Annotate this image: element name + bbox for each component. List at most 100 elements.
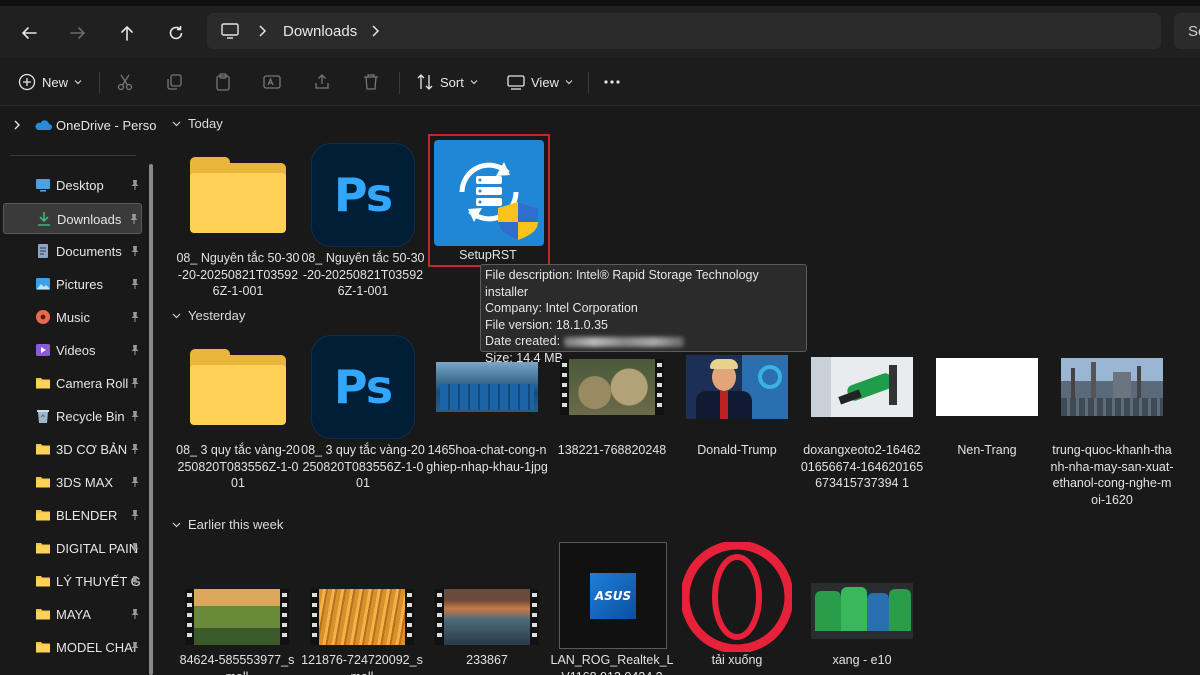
sidebar-item-maya[interactable]: MAYA [3, 599, 142, 630]
sidebar-item-3d-c-b-n[interactable]: 3D CƠ BẢN [3, 434, 142, 465]
back-button[interactable] [16, 20, 42, 46]
file-name: 08_ 3 quy tắc vàng-20250820T083556Z-1-00… [301, 443, 425, 490]
sidebar-item-music[interactable]: Music [3, 302, 142, 333]
pictures-icon [36, 278, 50, 290]
file-name: SetupRST [459, 248, 517, 262]
sidebar-item-camera-roll[interactable]: Camera Roll [3, 368, 142, 399]
pin-icon[interactable] [130, 311, 140, 323]
address-box[interactable]: Downloads [207, 13, 1161, 49]
toolbar-divider [99, 72, 100, 94]
title-strip [0, 0, 1200, 6]
up-button[interactable] [114, 20, 140, 46]
group-title: Today [188, 116, 223, 131]
pin-icon[interactable] [129, 213, 139, 225]
paste-button[interactable] [214, 70, 232, 94]
file-name: Donald-Trump [697, 443, 777, 457]
file-name: doxangxeoto2-1646201656674-1646201656734… [800, 443, 924, 490]
sidebar-divider [10, 155, 136, 156]
sidebar-item-label: MODEL CHAI [56, 640, 137, 655]
file-name: 84624-585553977_small [179, 653, 295, 675]
pin-icon[interactable] [130, 608, 140, 620]
file-name: 08_ Nguyên tắc 50-30-20-20250821T035926Z… [176, 251, 300, 298]
refresh-icon [169, 26, 183, 40]
video-thumbnail [554, 332, 670, 442]
chevron-right-icon[interactable] [370, 24, 380, 38]
pin-icon[interactable] [130, 245, 140, 257]
view-button[interactable]: View [507, 70, 573, 94]
sidebar-item-label: BLENDER [56, 508, 118, 523]
file-name: 233867 [466, 653, 508, 667]
group-title: Yesterday [188, 308, 246, 323]
arrow-left-icon [21, 27, 37, 39]
forward-button[interactable] [65, 20, 91, 46]
refresh-button[interactable] [163, 20, 189, 46]
asus-zip-icon: ASUS [559, 542, 667, 649]
sort-label: Sort [440, 74, 464, 90]
sidebar-item-l-thuy-t-g[interactable]: LÝ THUYẾT G [3, 566, 142, 597]
image-thumbnail-warehouse [429, 332, 545, 442]
sidebar-item-label: Recycle Bin [56, 409, 125, 424]
sidebar-item-label: Downloads [57, 212, 122, 227]
pin-icon[interactable] [130, 476, 140, 488]
sidebar-item-videos[interactable]: Videos [3, 335, 142, 366]
group-header-yesterday[interactable]: Yesterday [172, 308, 245, 323]
sidebar-item-downloads[interactable]: Downloads [3, 203, 142, 234]
arrow-right-icon [70, 27, 86, 39]
file-view: Today 08_ Nguyên tắc 50-30-20-20250821T0… [164, 106, 1200, 675]
sidebar-item-pictures[interactable]: Pictures [3, 269, 142, 300]
folder-icon [36, 477, 50, 488]
chevron-down-icon [172, 313, 181, 319]
pin-icon[interactable] [130, 443, 140, 455]
folder-icon [36, 576, 50, 587]
delete-button[interactable] [362, 70, 380, 94]
setup-installer-icon [434, 140, 544, 246]
recycle-bin-icon [37, 410, 49, 423]
file-name: trung-quoc-khanh-thanh-nha-may-san-xuat-… [1050, 443, 1174, 507]
share-button[interactable] [313, 70, 331, 94]
group-header-today[interactable]: Today [172, 116, 223, 131]
documents-icon [38, 244, 48, 258]
tooltip-company: Company: Intel Corporation [485, 301, 638, 315]
tooltip-version: File version: 18.1.0.35 [485, 317, 608, 332]
copy-button[interactable] [165, 70, 183, 94]
sidebar-item-label: Documents [56, 244, 122, 259]
pin-icon[interactable] [130, 641, 140, 653]
pin-icon[interactable] [130, 542, 140, 554]
sidebar-scrollbar[interactable] [149, 164, 153, 675]
sidebar-item-blender[interactable]: BLENDER [3, 500, 142, 531]
pin-icon[interactable] [130, 278, 140, 290]
sidebar-item-onedrive[interactable]: OneDrive - Perso [0, 112, 158, 138]
chevron-right-icon[interactable] [257, 24, 267, 38]
cut-button[interactable] [116, 70, 134, 94]
pin-icon[interactable] [130, 509, 140, 521]
sidebar-item-3ds-max[interactable]: 3DS MAX [3, 467, 142, 498]
search-input[interactable]: Se [1174, 13, 1200, 49]
pin-icon[interactable] [130, 344, 140, 356]
chevron-down-icon [565, 80, 573, 85]
sidebar-item-label: Videos [56, 343, 96, 358]
rename-button[interactable] [263, 70, 281, 94]
sidebar-item-label: Music [56, 310, 90, 325]
sidebar-item-model-chai[interactable]: MODEL CHAI [3, 632, 142, 663]
sidebar-item-digital-pain[interactable]: DIGITAL PAIN [3, 533, 142, 564]
more-options-button[interactable] [603, 70, 621, 94]
folder-icon [36, 378, 50, 389]
chevron-right-icon[interactable] [12, 120, 22, 130]
group-header-earlier[interactable]: Earlier this week [172, 517, 283, 532]
pin-icon[interactable] [130, 377, 140, 389]
sidebar-item-documents[interactable]: Documents [3, 236, 142, 267]
pin-icon[interactable] [130, 179, 140, 191]
pin-icon[interactable] [130, 410, 140, 422]
sidebar-item-recycle-bin[interactable]: Recycle Bin [3, 401, 142, 432]
navigation-pane: OneDrive - Perso Desktop Downloads Documen… [0, 106, 158, 675]
sidebar-item-desktop[interactable]: Desktop [3, 170, 142, 201]
chevron-down-icon [470, 80, 478, 85]
new-button[interactable]: New [18, 70, 82, 94]
pin-icon[interactable] [130, 575, 140, 587]
toolbar-divider [588, 72, 589, 94]
sort-button[interactable]: Sort [416, 70, 478, 94]
share-icon [315, 74, 329, 89]
sidebar-item-label: Desktop [56, 178, 104, 193]
file-name: xang - e10 [832, 653, 892, 667]
breadcrumb-downloads[interactable]: Downloads [283, 23, 357, 40]
